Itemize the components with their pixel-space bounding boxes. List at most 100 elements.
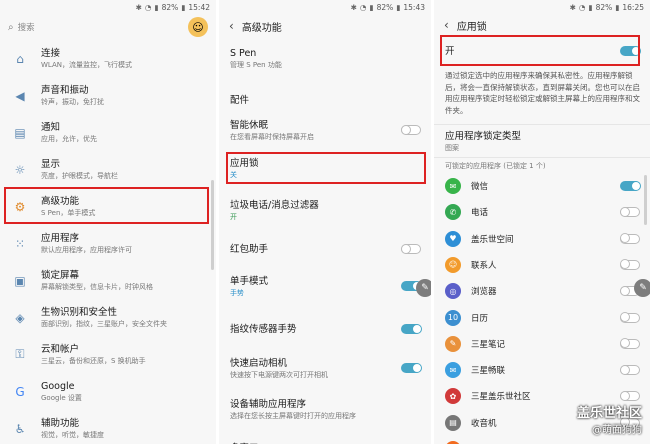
highlight-box — [226, 152, 426, 184]
app-lock-toggle[interactable] — [619, 206, 640, 218]
wifi-status-icon: ◔ — [144, 2, 152, 12]
settings-item-title: 声音和振动 — [41, 85, 89, 96]
settings-item[interactable]: ⚿ 云和帐户 三星云，备份和还原，S 换机助手 — [0, 336, 216, 373]
avatar[interactable]: ☺ — [188, 17, 208, 37]
settings-item-title: 生物识别和安全性 — [41, 307, 118, 318]
advanced-feature-row[interactable]: 垃圾电话/消息过滤器开 — [219, 194, 431, 226]
advanced-feature-row[interactable]: 红包助手 — [219, 233, 431, 265]
lockable-app-row[interactable]: 10 日历 — [434, 306, 650, 330]
feature-toggle[interactable] — [400, 243, 421, 254]
advanced-feature-row[interactable]: 单手模式 手势 — [219, 270, 431, 302]
status-time: 15:43 — [403, 2, 425, 12]
page-header: ‹ 高级功能 — [219, 14, 431, 38]
bluetooth-icon: ✱ — [135, 2, 142, 12]
app-name: 盖乐世空间 — [471, 234, 514, 245]
settings-item[interactable]: ▣ 锁定屏幕 屏幕解锁类型，信息卡片，时钟风格 — [0, 262, 216, 299]
back-arrow-icon[interactable]: ‹ — [229, 19, 234, 33]
wifi-status-icon: ◔ — [578, 2, 586, 12]
settings-item-title: 应用程序 — [41, 233, 80, 244]
app-lock-toggle[interactable] — [619, 338, 640, 349]
pen-edit-icon[interactable]: ✎ — [416, 279, 431, 297]
radio-icon: ▤ — [445, 414, 461, 431]
advanced-features-panel: ✱ ◔ ▮ 82% ▮ 15:43 ‹ 高级功能 S Pen 管理 S Pen 功… — [219, 0, 431, 444]
app-lock-toggle[interactable] — [619, 259, 640, 270]
app-name: 三星笔记 — [471, 339, 506, 350]
settings-item[interactable]: G Google Google 设置 — [0, 373, 216, 410]
app-lock-toggle[interactable] — [619, 233, 640, 244]
feature-title: 红包助手 — [230, 243, 269, 255]
advanced-feature-row[interactable]: 智能休眠 在您看屏幕时保持屏幕开启 — [219, 114, 431, 146]
status-bar: ✱ ◔ ▮ 82% ▮ 16:25 — [434, 0, 650, 14]
lockable-app-row[interactable]: ✎ 三星笔记 — [434, 332, 650, 356]
wifi-icon: ⌂ — [16, 51, 24, 66]
app-name: 日历 — [471, 313, 489, 324]
scrollbar[interactable] — [211, 180, 214, 270]
app-name: 电话 — [471, 208, 489, 219]
search-icon: ⌕ — [8, 21, 14, 33]
advanced-feature-row[interactable]: 设备辅助应用程序 选择在您长按主屏幕键时打开的应用程序 — [219, 393, 431, 425]
app-lock-toggle[interactable] — [619, 390, 640, 402]
app-lock-toggle[interactable] — [619, 312, 640, 323]
notes-icon: ✎ — [445, 335, 461, 352]
pen-edit-icon[interactable]: ✎ — [634, 279, 650, 297]
feature-title: 指纹传感器手势 — [230, 323, 297, 335]
app-lock-panel: ✱ ◔ ▮ 82% ▮ 16:25 ‹ 应用锁 开 通过锁定选中的应用程序来确保… — [434, 0, 650, 444]
advanced-feature-row[interactable]: S Pen 管理 S Pen 功能 — [219, 42, 431, 74]
settings-item-title: 辅助功能 — [41, 418, 80, 429]
battery-text: 82% — [161, 2, 179, 12]
advanced-feature-row[interactable]: 指纹传感器手势 — [219, 313, 431, 345]
community-icon: ✿ — [445, 388, 461, 405]
feature-title: 垃圾电话/消息过滤器 — [230, 199, 319, 211]
google-icon: G — [15, 384, 25, 399]
lockable-app-row[interactable]: ◎ 浏览器 — [434, 279, 650, 303]
settings-item-subtitle: Google 设置 — [41, 394, 82, 402]
back-arrow-icon[interactable]: ‹ — [444, 18, 449, 32]
lockable-app-row[interactable]: ✉ 微信 — [434, 174, 650, 198]
lockable-app-row[interactable]: ✉ 三星畅联 — [434, 358, 650, 382]
lockable-app-row[interactable]: ☺ 联系人 — [434, 253, 650, 277]
battery-icon: ▮ — [181, 2, 186, 12]
settings-item[interactable]: ◈ 生物识别和安全性面部识别，指纹，三星账户，安全文件夹 — [0, 299, 216, 336]
feature-subtitle: 开 — [230, 212, 237, 221]
settings-list: ⌂ 连接 WLAN，流量监控，飞行模式 ◀ 声音和振动 铃声，振动，免打扰 ▤ 通知 应用，允许… — [0, 40, 216, 444]
settings-item[interactable]: ▤ 通知 应用，允许，优先 — [0, 114, 216, 151]
advanced-feature-row[interactable]: 配件 — [219, 84, 431, 116]
sound-icon: ◀ — [15, 88, 25, 103]
app-lock-toggle[interactable] — [619, 364, 640, 376]
connect-icon: ✉ — [445, 362, 461, 379]
lock-type-row[interactable]: 应用程序锁定类型 图案 — [434, 128, 650, 154]
settings-item-title: 连接 — [41, 48, 61, 59]
settings-item[interactable]: ⌂ 连接 WLAN，流量监控，飞行模式 — [0, 40, 216, 77]
feature-toggle[interactable] — [401, 323, 422, 334]
signal-icon: ▮ — [588, 2, 593, 12]
battery-icon: ▮ — [615, 2, 620, 12]
settings-item[interactable]: ⁙ 应用程序 默认应用程序，应用程序许可 — [0, 225, 216, 262]
feature-toggle[interactable] — [401, 362, 422, 373]
advanced-feature-row[interactable]: 快速启动相机 快速按下电源键两次可打开相机 — [219, 352, 431, 384]
settings-item[interactable]: ♿ 辅助功能 视觉，听觉，敏捷度 — [0, 410, 216, 444]
phone-icon: ✆ — [445, 204, 461, 221]
lockable-app-row[interactable]: ✆ 电话 — [434, 200, 650, 224]
lockscreen-icon: ▣ — [14, 273, 26, 288]
signal-icon: ▮ — [154, 2, 159, 12]
settings-item-subtitle: 面部识别，指纹，三星账户，安全文件夹 — [41, 320, 167, 328]
contacts-icon: ☺ — [445, 256, 461, 273]
settings-item[interactable]: ◀ 声音和振动 铃声，振动，免打扰 — [0, 77, 216, 114]
lockable-apps-label: 可锁定的应用程序 (已锁定 1 个) — [445, 162, 546, 170]
feature-toggle[interactable] — [400, 124, 421, 135]
search-input[interactable]: ⌕ 搜索 — [8, 21, 188, 34]
scrollbar[interactable] — [644, 175, 647, 225]
settings-item-subtitle: 默认应用程序，应用程序许可 — [41, 246, 132, 254]
settings-item[interactable]: ☼ 显示 亮度，护眼模式，导航栏 — [0, 151, 216, 188]
app-name: 三星畅联 — [471, 366, 506, 377]
status-time: 16:25 — [622, 2, 644, 12]
advanced-feature-row[interactable]: 多窗口 — [219, 432, 431, 444]
biometrics-icon: ◈ — [15, 310, 25, 325]
battery-icon: ▮ — [396, 2, 401, 12]
feature-title: 设备辅助应用程序 — [230, 398, 307, 410]
status-bar: ✱ ◔ ▮ 82% ▮ 15:42 — [0, 0, 216, 14]
feature-subtitle: 快速按下电源键两次可打开相机 — [230, 370, 328, 379]
lockable-app-row[interactable]: 淘手机淘宝 — [434, 437, 650, 444]
app-lock-toggle[interactable] — [620, 180, 641, 191]
lockable-app-row[interactable]: ♥ 盖乐世空间 — [434, 227, 650, 251]
